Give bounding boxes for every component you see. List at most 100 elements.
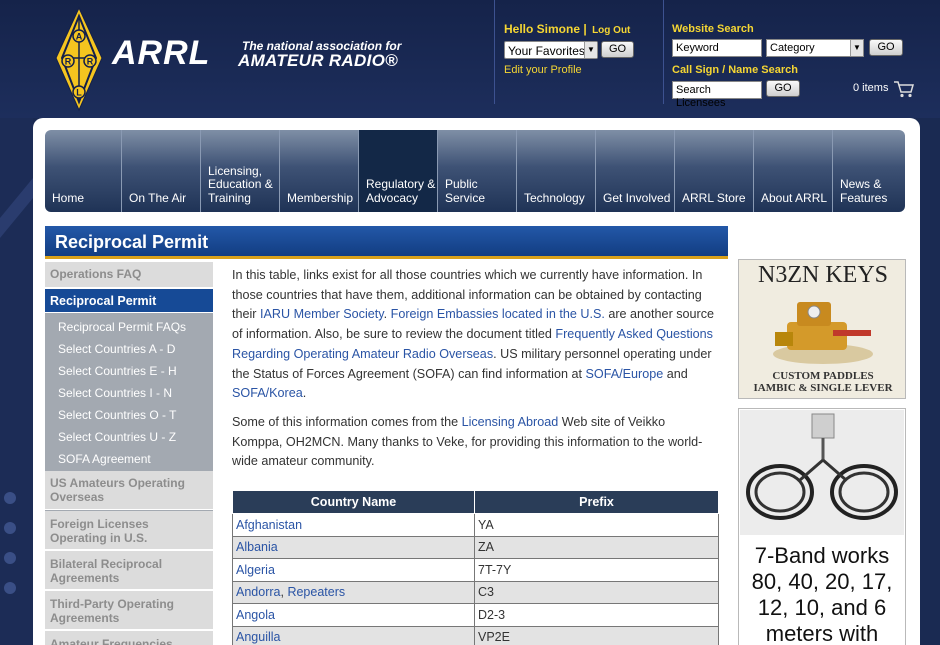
cart-count[interactable]: 0 items	[853, 82, 888, 94]
website-search-label: Website Search	[672, 23, 754, 35]
licensing-abroad-link[interactable]: Licensing Abroad	[462, 415, 559, 429]
greeting: Hello Simone | Log Out	[504, 22, 630, 36]
country-cell: Andorra, Repeaters	[232, 580, 475, 604]
callsign-search-go-button[interactable]: GO	[766, 80, 800, 97]
nav-item-label: Licensing, Education & Training	[208, 163, 273, 205]
foreign-embassies-link[interactable]: Foreign Embassies located in the U.S.	[391, 307, 605, 321]
column-header-country: Country Name	[232, 490, 475, 514]
country-link[interactable]: Angola	[236, 608, 275, 622]
antenna-image	[740, 410, 904, 535]
nav-item-label: Public Service	[445, 177, 486, 205]
text: .	[302, 386, 307, 401]
favorites-value: Your Favorites	[508, 44, 585, 58]
sidebar-item-us-amateurs[interactable]: US Amateurs Operating Overseas	[45, 471, 213, 510]
country-cell: Anguilla	[232, 625, 475, 645]
sidebar-subitem[interactable]: Select Countries A - D	[58, 342, 175, 356]
category-select[interactable]: Category ▼	[766, 39, 864, 57]
nav-item-label: ARRL Store	[682, 190, 746, 205]
favorites-go-button[interactable]: GO	[601, 41, 634, 58]
nav-item-public[interactable]: Public Service	[438, 130, 517, 212]
sidebar-subitem[interactable]: Select Countries I - N	[58, 386, 172, 400]
country-link[interactable]: Algeria	[236, 563, 275, 577]
nav-item-home[interactable]: Home	[45, 130, 122, 212]
nav-item-technology[interactable]: Technology	[517, 130, 596, 212]
table-row: Angola D2-3	[232, 603, 719, 627]
country-cell: Algeria	[232, 558, 475, 582]
keyword-input[interactable]: Keyword	[672, 39, 762, 57]
background-decoration	[0, 118, 33, 645]
nav-item-regulatory[interactable]: Regulatory & Advocacy	[359, 130, 438, 212]
nav-item-on-the-air[interactable]: On The Air	[122, 130, 201, 212]
nav-item-news[interactable]: News & Features	[833, 130, 905, 212]
website-search-go-button[interactable]: GO	[869, 39, 903, 56]
ad-line: IAMBIC & SINGLE LEVER	[753, 382, 893, 394]
table-row: Albania ZA	[232, 535, 719, 559]
chevron-down-icon: ▼	[850, 40, 863, 56]
chevron-down-icon: ▼	[584, 42, 597, 58]
nav-item-membership[interactable]: Membership	[280, 130, 359, 212]
sidebar-subitem[interactable]: SOFA Agreement	[58, 452, 151, 466]
prefix-cell: C3	[474, 580, 719, 604]
tower-letter: R	[87, 57, 94, 67]
iaru-member-society-link[interactable]: IARU Member Society	[260, 307, 384, 321]
intro-paragraph: In this table, links exist for all those…	[232, 266, 718, 404]
sidebar-subitem[interactable]: Select Countries E - H	[58, 364, 177, 378]
prefix-cell: 7T-7Y	[474, 558, 719, 582]
country-cell: Angola	[232, 603, 475, 627]
n3zn-keys-ad[interactable]: N3ZN KEYS CUSTOM PADDLES IAMBIC & SINGLE…	[738, 259, 906, 399]
search-licensees-input[interactable]: Search Licensees	[672, 81, 762, 109]
sidebar-subitem[interactable]: Reciprocal Permit FAQs	[58, 320, 186, 334]
nav-item-label: Get Involved	[603, 190, 671, 205]
nav-item-get-involved[interactable]: Get Involved	[596, 130, 675, 212]
nav-item-arrl-store[interactable]: ARRL Store	[675, 130, 754, 212]
sidebar-item-foreign-licenses[interactable]: Foreign Licenses Operating in U.S.	[45, 511, 213, 550]
hello-text: Hello Simone |	[504, 22, 587, 36]
table-row: Andorra, Repeaters C3	[232, 580, 719, 604]
text: Some of this information comes from the	[232, 414, 462, 429]
nav-item-about-arrl[interactable]: About ARRL	[754, 130, 833, 212]
tower-letter: A	[76, 32, 83, 42]
header-divider	[494, 0, 495, 104]
main-navigation: Home On The Air Licensing, Education & Tra…	[45, 130, 905, 212]
nav-item-label: Technology	[524, 190, 585, 205]
logout-link[interactable]: Log Out	[592, 25, 630, 36]
page-title: Reciprocal Permit	[45, 226, 728, 259]
prefix-cell: D2-3	[474, 603, 719, 627]
antenna-ad[interactable]: 7-Band works 80, 40, 20, 17, 12, 10, and…	[738, 408, 906, 645]
country-link[interactable]: Andorra	[236, 585, 280, 599]
country-link[interactable]: Anguilla	[236, 630, 280, 644]
nav-item-label: On The Air	[129, 190, 187, 205]
arrl-tower-logo-icon[interactable]: A R R L	[54, 6, 104, 112]
sofa-europe-link[interactable]: SOFA/Europe	[586, 367, 664, 381]
sofa-korea-link[interactable]: SOFA/Korea	[232, 386, 303, 400]
tower-letter: L	[76, 88, 82, 98]
credits-paragraph: Some of this information comes from the …	[232, 413, 718, 472]
table-row: Algeria 7T-7Y	[232, 558, 719, 582]
prefix-cell: VP2E	[474, 625, 719, 645]
sidebar-item-operations-faq[interactable]: Operations FAQ	[45, 262, 213, 288]
sidebar-item-third-party[interactable]: Third-Party Operating Agreements	[45, 591, 213, 630]
shopping-cart-icon[interactable]	[893, 80, 915, 98]
country-extra-link[interactable]: Repeaters	[287, 585, 345, 599]
sidebar-item-amateur-frequencies[interactable]: Amateur Frequencies	[45, 631, 213, 645]
paddle-key-image-icon	[773, 302, 873, 364]
sidebar: Operations FAQ Reciprocal Permit Recipro…	[45, 262, 213, 645]
favorites-select[interactable]: Your Favorites ▼	[504, 41, 598, 59]
nav-item-label: Membership	[287, 190, 354, 205]
edit-profile-link[interactable]: Edit your Profile	[504, 64, 582, 76]
nav-item-label: About ARRL	[761, 190, 828, 205]
category-value: Category	[770, 42, 815, 54]
country-link[interactable]: Afghanistan	[236, 518, 302, 532]
antenna-coil-icon	[746, 413, 898, 520]
sidebar-subitem[interactable]: Select Countries O - T	[58, 408, 177, 422]
sidebar-item-bilateral[interactable]: Bilateral Reciprocal Agreements	[45, 551, 213, 590]
sidebar-item-reciprocal-permit[interactable]: Reciprocal Permit	[45, 289, 213, 313]
prefix-cell: YA	[474, 513, 719, 537]
nav-item-licensing[interactable]: Licensing, Education & Training	[201, 130, 280, 212]
arrl-logo-text[interactable]: ARRL	[112, 34, 210, 73]
site-header: A R R L ARRL The national association fo…	[0, 0, 940, 118]
country-link[interactable]: Albania	[236, 540, 278, 554]
nav-item-label: Regulatory & Advocacy	[366, 177, 436, 205]
sidebar-subitem[interactable]: Select Countries U - Z	[58, 430, 176, 444]
prefix-cell: ZA	[474, 535, 719, 559]
